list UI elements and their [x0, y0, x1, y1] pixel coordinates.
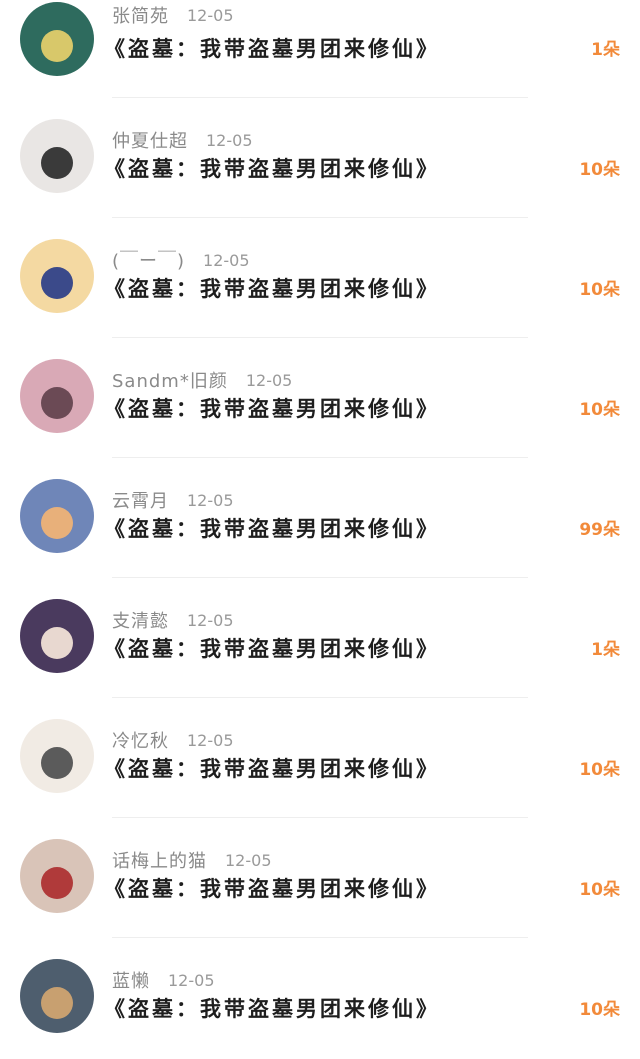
user-name[interactable]: 冷忆秋 — [112, 727, 169, 753]
gift-count: 10朵 — [579, 880, 620, 900]
avatar[interactable] — [20, 959, 94, 1033]
user-name[interactable]: 支清懿 — [112, 607, 169, 633]
gift-count: 10朵 — [579, 160, 620, 180]
book-title[interactable]: 《盗墓：我带盗墓男团来修仙》 — [104, 514, 440, 544]
item-meta: 冷忆秋 12-05 — [112, 727, 234, 753]
user-name[interactable]: 话梅上的猫 — [112, 847, 207, 873]
timestamp: 12-05 — [187, 5, 234, 25]
avatar[interactable] — [20, 359, 94, 433]
gift-count: 10朵 — [579, 760, 620, 780]
timestamp: 12-05 — [245, 370, 293, 390]
timestamp: 12-05 — [187, 730, 234, 750]
item-meta: (￣ー￣) 12-05 — [112, 247, 250, 273]
user-name[interactable]: 仲夏仕超 — [112, 127, 188, 153]
book-title[interactable]: 《盗墓：我带盗墓男团来修仙》 — [104, 874, 440, 904]
timestamp: 12-05 — [187, 490, 234, 510]
avatar[interactable] — [20, 239, 94, 313]
list-item[interactable]: 云霄月 12-05 《盗墓：我带盗墓男团来修仙》 99朵 — [0, 459, 640, 579]
divider — [112, 697, 528, 698]
list-item[interactable]: 仲夏仕超 12-05 《盗墓：我带盗墓男团来修仙》 10朵 — [0, 99, 640, 219]
list-item[interactable]: 张简苑 12-05 《盗墓：我带盗墓男团来修仙》 1朵 — [0, 0, 640, 99]
avatar[interactable] — [20, 2, 94, 76]
gift-count: 1朵 — [591, 40, 620, 60]
book-title[interactable]: 《盗墓：我带盗墓男团来修仙》 — [104, 634, 440, 664]
gift-count: 10朵 — [579, 1000, 620, 1020]
gift-count: 10朵 — [579, 280, 620, 300]
divider — [112, 97, 528, 98]
item-meta: 支清懿 12-05 — [112, 607, 234, 633]
divider — [112, 217, 528, 218]
list-item[interactable]: 冷忆秋 12-05 《盗墓：我带盗墓男团来修仙》 10朵 — [0, 699, 640, 819]
avatar[interactable] — [20, 719, 94, 793]
list-item[interactable]: Sandm*旧颜 12-05 《盗墓：我带盗墓男团来修仙》 10朵 — [0, 339, 640, 459]
list-item[interactable]: 蓝懒 12-05 《盗墓：我带盗墓男团来修仙》 10朵 — [0, 939, 640, 1059]
user-name[interactable]: Sandm*旧颜 — [112, 367, 228, 393]
timestamp: 12-05 — [203, 250, 250, 270]
book-title[interactable]: 《盗墓：我带盗墓男团来修仙》 — [104, 394, 440, 424]
divider — [112, 817, 528, 818]
gift-count: 99朵 — [579, 520, 620, 540]
avatar[interactable] — [20, 479, 94, 553]
list-item[interactable]: 支清懿 12-05 《盗墓：我带盗墓男团来修仙》 1朵 — [0, 579, 640, 699]
timestamp: 12-05 — [168, 970, 215, 990]
book-title[interactable]: 《盗墓：我带盗墓男团来修仙》 — [104, 154, 440, 184]
book-title[interactable]: 《盗墓：我带盗墓男团来修仙》 — [104, 994, 440, 1024]
book-title[interactable]: 《盗墓：我带盗墓男团来修仙》 — [104, 274, 440, 304]
item-meta: 张简苑 12-05 — [112, 2, 234, 28]
divider — [112, 337, 528, 338]
divider — [112, 457, 528, 458]
timestamp: 12-05 — [225, 850, 272, 870]
item-meta: 话梅上的猫 12-05 — [112, 847, 272, 873]
timestamp: 12-05 — [187, 610, 234, 630]
divider — [112, 937, 528, 938]
gift-count: 10朵 — [579, 400, 620, 420]
avatar[interactable] — [20, 599, 94, 673]
user-name[interactable]: 云霄月 — [112, 487, 169, 513]
timestamp: 12-05 — [206, 130, 253, 150]
user-name[interactable]: 张简苑 — [112, 2, 169, 28]
list-item[interactable]: (￣ー￣) 12-05 《盗墓：我带盗墓男团来修仙》 10朵 — [0, 219, 640, 339]
item-meta: 仲夏仕超 12-05 — [112, 127, 253, 153]
item-meta: 云霄月 12-05 — [112, 487, 234, 513]
user-name[interactable]: (￣ー￣) — [112, 247, 185, 273]
divider — [112, 577, 528, 578]
book-title[interactable]: 《盗墓：我带盗墓男团来修仙》 — [104, 754, 440, 784]
avatar[interactable] — [20, 119, 94, 193]
item-meta: Sandm*旧颜 12-05 — [112, 367, 293, 393]
gift-count: 1朵 — [591, 640, 620, 660]
avatar[interactable] — [20, 839, 94, 913]
user-name[interactable]: 蓝懒 — [112, 967, 150, 993]
item-meta: 蓝懒 12-05 — [112, 967, 215, 993]
book-title[interactable]: 《盗墓：我带盗墓男团来修仙》 — [104, 34, 440, 64]
list-item[interactable]: 话梅上的猫 12-05 《盗墓：我带盗墓男团来修仙》 10朵 — [0, 819, 640, 939]
